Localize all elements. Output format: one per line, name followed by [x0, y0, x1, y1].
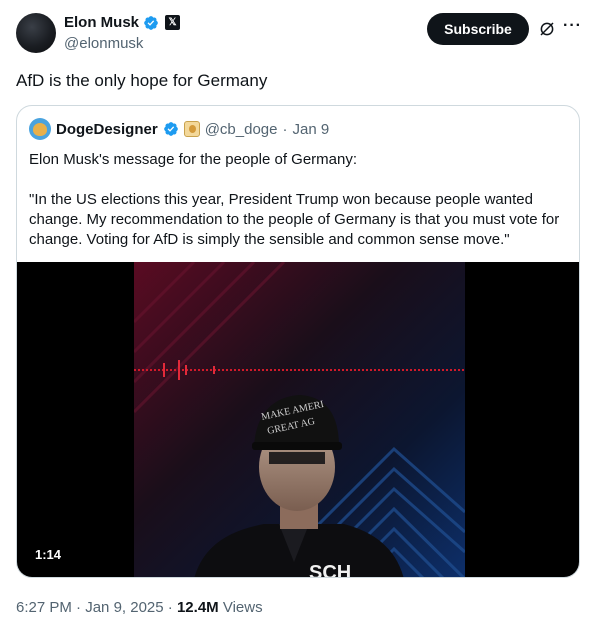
- quoted-date[interactable]: Jan 9: [292, 121, 329, 138]
- views-count[interactable]: 12.4M: [177, 599, 219, 616]
- quoted-handle[interactable]: @cb_doge: [205, 121, 278, 138]
- shirt-text: SCH: [309, 562, 351, 578]
- tweet-meta: 6:27 PM · Jan 9, 2025 · 12.4M Views: [16, 599, 263, 616]
- video-thumbnail: MAKE AMERI GREAT AG SCH: [134, 262, 465, 578]
- quoted-line-1: Elon Musk's message for the people of Ge…: [29, 151, 358, 168]
- views-label: Views: [222, 599, 263, 616]
- verified-badge-icon: [144, 15, 158, 30]
- x-logo-icon: 𝕏: [165, 15, 181, 30]
- affiliate-badge-icon: [183, 121, 200, 137]
- grok-icon[interactable]: [538, 20, 556, 38]
- subscribe-button[interactable]: Subscribe: [427, 13, 529, 45]
- author-handle[interactable]: @elonmusk: [64, 35, 143, 52]
- verified-badge-icon: [163, 122, 178, 136]
- quoted-avatar[interactable]: [29, 118, 51, 140]
- tweet-date[interactable]: Jan 9, 2025: [85, 599, 163, 616]
- video-duration: 1:14: [29, 545, 68, 564]
- video-player[interactable]: MAKE AMERI GREAT AG SCH 1:14: [17, 262, 579, 578]
- tweet-time[interactable]: 6:27 PM: [16, 599, 72, 616]
- author-name[interactable]: Elon Musk: [64, 14, 139, 31]
- author-name-row: Elon Musk 𝕏: [64, 14, 181, 31]
- separator-dot: ·: [76, 599, 82, 616]
- quoted-name[interactable]: DogeDesigner: [56, 121, 158, 138]
- quoted-tweet[interactable]: DogeDesigner @cb_doge · Jan 9 Elon Musk'…: [16, 105, 580, 578]
- quoted-line-2: "In the US elections this year, Presiden…: [29, 191, 560, 248]
- quoted-text: Elon Musk's message for the people of Ge…: [29, 150, 564, 250]
- separator-dot: ·: [167, 599, 173, 616]
- separator-dot: ·: [282, 120, 288, 138]
- tweet-text: AfD is the only hope for Germany: [16, 71, 268, 90]
- author-avatar[interactable]: [16, 13, 56, 53]
- quoted-header: DogeDesigner @cb_doge · Jan 9: [29, 118, 329, 140]
- more-icon[interactable]: ···: [563, 18, 581, 37]
